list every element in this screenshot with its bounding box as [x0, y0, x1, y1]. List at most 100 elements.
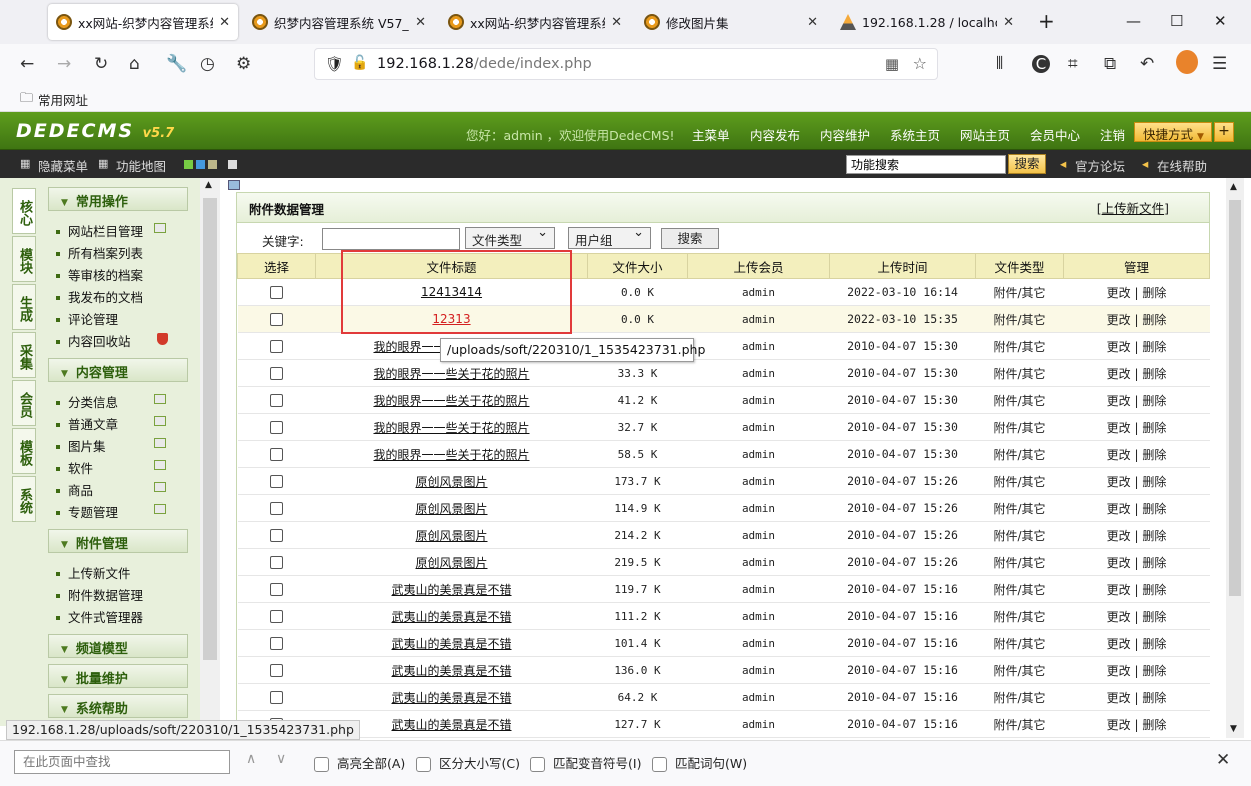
- scroll-up-icon[interactable]: ▲: [1230, 182, 1237, 192]
- close-icon[interactable]: ✕: [807, 15, 818, 30]
- reload-icon[interactable]: ↻: [94, 54, 108, 74]
- row-checkbox[interactable]: [270, 448, 283, 461]
- library-icon[interactable]: ⫴: [996, 54, 1003, 74]
- undo-icon[interactable]: ↶: [1140, 54, 1154, 74]
- checkbox[interactable]: [416, 757, 431, 772]
- crop-icon[interactable]: ⌗: [1068, 54, 1078, 74]
- add-icon[interactable]: [154, 460, 166, 470]
- help-link[interactable]: 在线帮助: [1157, 156, 1207, 175]
- delete-link[interactable]: 删除: [1142, 502, 1166, 516]
- skin-tan-icon[interactable]: [208, 160, 217, 169]
- delete-link[interactable]: 删除: [1142, 583, 1166, 597]
- skin-green-icon[interactable]: [184, 160, 193, 169]
- insecure-lock-icon[interactable]: 🔓: [351, 55, 368, 71]
- browser-tab-2[interactable]: 织梦内容管理系统 V57_UTF ✕: [244, 4, 434, 40]
- skin-gray-icon[interactable]: [228, 160, 237, 169]
- scroll-thumb[interactable]: [1229, 200, 1241, 596]
- sidebar-group-batch[interactable]: 批量维护: [48, 664, 188, 688]
- sidebar-group-help[interactable]: 系统帮助: [48, 694, 188, 718]
- delete-link[interactable]: 删除: [1142, 367, 1166, 381]
- file-title-link[interactable]: 我的眼界一一些关于花的照片: [373, 421, 529, 435]
- delete-link[interactable]: 删除: [1142, 421, 1166, 435]
- forum-link[interactable]: 官方论坛: [1075, 156, 1125, 175]
- sidebar-group-content[interactable]: 内容管理: [48, 358, 188, 382]
- vtab-core[interactable]: 核心: [12, 188, 36, 234]
- row-checkbox[interactable]: [270, 691, 283, 704]
- vtab-generate[interactable]: 生成: [12, 284, 36, 330]
- function-search-input[interactable]: [846, 155, 1006, 174]
- close-icon[interactable]: ✕: [219, 15, 230, 30]
- sidebar-item-image-sets[interactable]: 图片集: [56, 436, 106, 455]
- edit-link[interactable]: 更改: [1107, 313, 1131, 327]
- menu-main[interactable]: 主菜单: [692, 125, 730, 144]
- checkbox[interactable]: [530, 757, 545, 772]
- find-prev-icon[interactable]: ∧: [246, 751, 256, 767]
- edit-link[interactable]: 更改: [1107, 529, 1131, 543]
- sidebar-item-classified[interactable]: 分类信息: [56, 392, 118, 411]
- row-checkbox[interactable]: [270, 313, 283, 326]
- edit-link[interactable]: 更改: [1107, 664, 1131, 678]
- sidebar-item-pending[interactable]: 等审核的档案: [56, 265, 143, 284]
- sidebar-item-software[interactable]: 软件: [56, 458, 93, 477]
- upload-new-file-link[interactable]: 上传新文件: [1102, 201, 1165, 216]
- file-title-link[interactable]: 原创风景图片: [415, 475, 487, 489]
- row-checkbox[interactable]: [270, 286, 283, 299]
- file-title-link[interactable]: 武夷山的美景真是不错: [391, 664, 511, 678]
- delete-link[interactable]: 删除: [1142, 475, 1166, 489]
- keyword-input[interactable]: [322, 228, 460, 250]
- checkbox[interactable]: [652, 757, 667, 772]
- sidebar-item-topics[interactable]: 专题管理: [56, 502, 118, 521]
- browser-tab-3[interactable]: xx网站-织梦内容管理系统 ✕: [440, 4, 630, 40]
- add-icon[interactable]: [154, 416, 166, 426]
- menu-icon[interactable]: ☰: [1212, 54, 1227, 74]
- sidebar-item-my-docs[interactable]: 我发布的文档: [56, 287, 143, 306]
- row-checkbox[interactable]: [270, 475, 283, 488]
- edit-link[interactable]: 更改: [1107, 583, 1131, 597]
- sidebar-item-articles[interactable]: 普通文章: [56, 414, 118, 433]
- vtab-module[interactable]: 模块: [12, 236, 36, 282]
- delete-link[interactable]: 删除: [1142, 664, 1166, 678]
- vtab-template[interactable]: 模板: [12, 428, 36, 474]
- whole-words-option[interactable]: 匹配词句(W): [652, 753, 747, 772]
- sidebar-item-column-manage[interactable]: 网站栏目管理: [56, 221, 143, 240]
- find-input[interactable]: [14, 750, 230, 774]
- close-icon[interactable]: ✕: [1003, 15, 1014, 30]
- filetype-select[interactable]: 文件类型: [465, 225, 555, 249]
- delete-link[interactable]: 删除: [1142, 691, 1166, 705]
- edit-link[interactable]: 更改: [1107, 610, 1131, 624]
- row-checkbox[interactable]: [270, 367, 283, 380]
- browser-tab-5[interactable]: 192.168.1.28 / localhost ✕: [832, 4, 1022, 40]
- hide-menu-link[interactable]: 隐藏菜单: [38, 156, 88, 175]
- scroll-down-icon[interactable]: ▼: [1230, 724, 1237, 734]
- main-scrollbar[interactable]: ▲ ▼: [1226, 178, 1244, 738]
- menu-system-home[interactable]: 系统主页: [890, 125, 940, 144]
- site-map-link[interactable]: 功能地图: [116, 156, 166, 175]
- file-title-link[interactable]: 我的眼界一一些关于花的照片: [373, 367, 529, 381]
- delete-link[interactable]: 删除: [1142, 610, 1166, 624]
- checkbox[interactable]: [314, 757, 329, 772]
- file-title-link[interactable]: 我的眼界一一些关于花的照片: [373, 394, 529, 408]
- add-icon[interactable]: [154, 223, 166, 233]
- edit-link[interactable]: 更改: [1107, 718, 1131, 732]
- minimize-icon[interactable]: —: [1126, 12, 1141, 30]
- scroll-thumb[interactable]: [203, 198, 217, 660]
- add-icon[interactable]: [154, 438, 166, 448]
- close-icon[interactable]: ✕: [415, 15, 426, 30]
- close-icon[interactable]: ✕: [611, 15, 622, 30]
- row-checkbox[interactable]: [270, 664, 283, 677]
- bookmark-folder[interactable]: 常用网址: [38, 90, 88, 109]
- file-title-link[interactable]: 武夷山的美景真是不错: [391, 583, 511, 597]
- row-checkbox[interactable]: [270, 529, 283, 542]
- file-title-link[interactable]: 原创风景图片: [415, 556, 487, 570]
- skin-blue-icon[interactable]: [196, 160, 205, 169]
- maximize-icon[interactable]: ☐: [1170, 12, 1183, 30]
- edit-link[interactable]: 更改: [1107, 367, 1131, 381]
- file-title-link[interactable]: 我的眼界一一些关于花的照片: [373, 448, 529, 462]
- back-icon[interactable]: ←: [20, 54, 34, 74]
- quick-add-button[interactable]: +: [1214, 122, 1234, 142]
- forward-icon[interactable]: →: [57, 54, 71, 74]
- menu-logout[interactable]: 注销: [1100, 125, 1125, 144]
- row-checkbox[interactable]: [270, 583, 283, 596]
- find-next-icon[interactable]: ∨: [276, 751, 286, 767]
- row-checkbox[interactable]: [270, 421, 283, 434]
